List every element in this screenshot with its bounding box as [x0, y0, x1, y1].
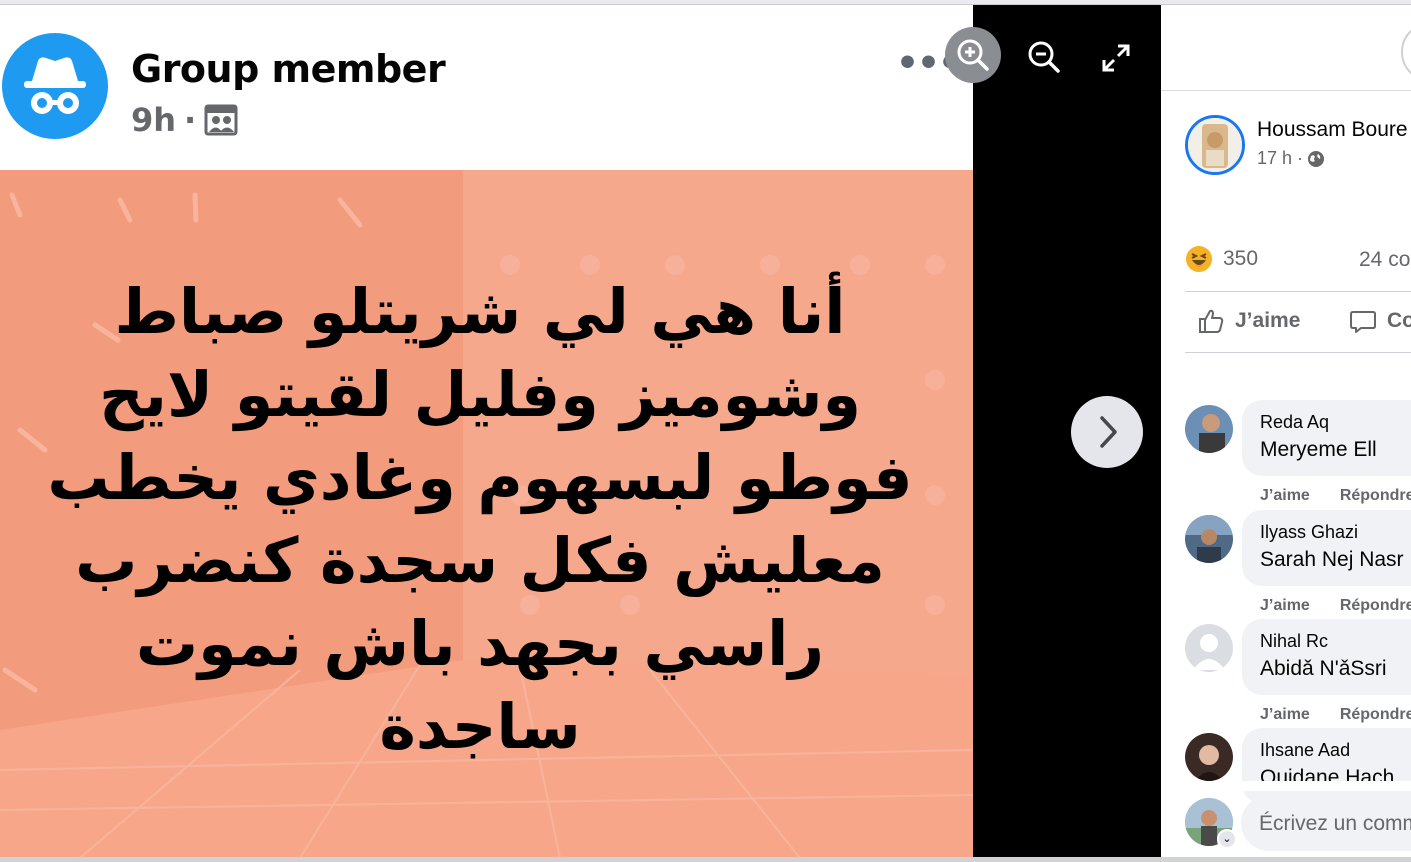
divider [1185, 352, 1411, 353]
reaction-count: 350 [1223, 247, 1259, 270]
thumbs-up-icon [1199, 309, 1224, 333]
comment-bubble: Ilyass Ghazi Sarah Nej Nasr [1242, 510, 1411, 586]
zoom-out-button[interactable] [1024, 37, 1064, 77]
comment-actions: J’aime Répondre [1260, 706, 1411, 724]
poster-avatar-image [1188, 118, 1242, 172]
comment-bubble: Reda Aq Meryeme Ell [1242, 400, 1411, 476]
poster-avatar[interactable] [1185, 115, 1245, 175]
post-body-text: أنا هي لي شريتلو صباط وشوميز وفليل لقيتو… [47, 275, 913, 763]
reactions-summary[interactable]: 350 [1185, 245, 1258, 273]
poster-meta: 17 h · [1257, 148, 1325, 169]
comment-label: Co [1387, 309, 1411, 332]
comments-scroll-edge [1161, 781, 1411, 791]
comment-actions: J’aime Répondre [1260, 487, 1411, 505]
comment-reply-link[interactable]: Répondre [1340, 487, 1411, 505]
post-author-name[interactable]: Group member [131, 47, 446, 91]
comment-like-link[interactable]: J’aime [1260, 706, 1310, 724]
poster-name[interactable]: Houssam Boure [1257, 118, 1408, 142]
expand-icon [1102, 44, 1130, 72]
zoom-in-icon [957, 39, 989, 71]
poster-time[interactable]: 17 h · [1257, 148, 1303, 169]
zoom-out-icon [1028, 41, 1060, 73]
bottom-strip [0, 857, 1411, 862]
commenter-avatar-image [1185, 515, 1233, 563]
comment-author[interactable]: Reda Aq [1260, 412, 1329, 433]
commenter-avatar-image [1185, 733, 1233, 781]
comment-bubble: Ihsane Aad Ouidane Hach [1242, 728, 1411, 804]
incognito-icon [24, 57, 86, 114]
comment-reply-link[interactable]: Répondre [1340, 597, 1411, 615]
commenter-avatar[interactable] [1185, 515, 1233, 563]
comments-count[interactable]: 24 co [1359, 248, 1410, 272]
comment-author[interactable]: Nihal Rc [1260, 631, 1328, 652]
commenter-avatar[interactable] [1185, 624, 1233, 672]
comment-author[interactable]: Ihsane Aad [1260, 740, 1350, 761]
commenter-avatar[interactable] [1185, 733, 1233, 781]
like-button[interactable]: J’aime [1197, 307, 1300, 335]
zoom-in-button[interactable] [945, 27, 1001, 83]
chevron-right-icon [1100, 416, 1117, 448]
comment-text[interactable]: Meryeme Ell [1260, 438, 1377, 462]
divider [1161, 90, 1411, 91]
comment-author[interactable]: Ilyass Ghazi [1260, 522, 1358, 543]
facebook-photo-viewer: Group member 9h · ••• أنا هي لي شريتلو ص… [0, 0, 1411, 862]
default-avatar-icon [1185, 624, 1233, 672]
meta-separator: · [184, 101, 197, 139]
next-photo-button[interactable] [1071, 396, 1143, 468]
divider [1185, 291, 1411, 292]
haha-reaction-icon [1186, 246, 1212, 272]
comment-actions: J’aime Répondre [1260, 597, 1411, 615]
comment-button[interactable]: Co [1349, 307, 1411, 335]
like-label: J’aime [1235, 309, 1301, 332]
post-meta: 9h · [131, 101, 238, 139]
side-panel: Houssam Boure 17 h · 350 24 co J’aime Co… [1161, 5, 1411, 862]
fullscreen-button[interactable] [1098, 40, 1134, 76]
comment-text[interactable]: Abidǎ N'ǎSsri [1260, 657, 1387, 681]
comment-bubble-icon [1350, 311, 1376, 333]
comment-text[interactable]: Sarah Nej Nasr [1260, 548, 1404, 572]
post-header: Group member 9h · ••• [0, 5, 973, 170]
comment-reply-link[interactable]: Répondre [1340, 706, 1411, 724]
commenter-avatar[interactable] [1185, 405, 1233, 453]
comment-like-link[interactable]: J’aime [1260, 597, 1310, 615]
panel-top-button[interactable] [1401, 22, 1411, 82]
comment-like-link[interactable]: J’aime [1260, 487, 1310, 505]
commenter-avatar-image [1185, 405, 1233, 453]
group-icon [204, 104, 238, 136]
globe-icon [1308, 150, 1325, 167]
anonymous-avatar[interactable] [2, 33, 108, 139]
post-time[interactable]: 9h [131, 101, 176, 139]
post-image: أنا هي لي شريتلو صباط وشوميز وفليل لقيتو… [0, 170, 973, 858]
comment-bubble: Nihal Rc Abidǎ N'ǎSsri [1242, 619, 1411, 695]
